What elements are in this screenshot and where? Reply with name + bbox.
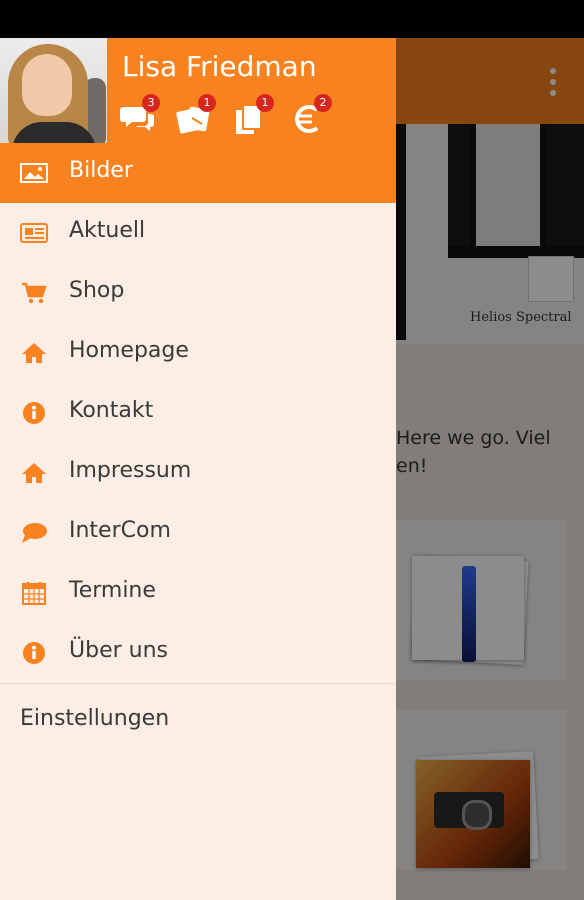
menu-item-label: Über uns <box>69 638 168 663</box>
menu-divider <box>0 683 396 684</box>
menu-item-ueber-uns[interactable]: Über uns <box>0 623 396 683</box>
info-icon <box>23 642 45 664</box>
menu-item-termine[interactable]: Termine <box>0 563 396 623</box>
menu-item-kontakt[interactable]: Kontakt <box>0 383 396 443</box>
payments-button[interactable]: 2 <box>292 94 332 134</box>
cart-icon <box>22 282 47 304</box>
menu-item-label: Termine <box>69 578 156 603</box>
documents-button[interactable]: 1 <box>234 94 274 134</box>
menu-item-bilder[interactable]: Bilder <box>0 143 396 203</box>
user-name: Lisa Friedman <box>122 50 317 83</box>
menu-item-impressum[interactable]: Impressum <box>0 443 396 503</box>
messages-button[interactable]: 3 <box>120 94 160 134</box>
newspaper-icon <box>20 223 48 243</box>
settings-item[interactable]: Einstellungen <box>20 706 169 731</box>
menu-item-label: Homepage <box>69 338 189 363</box>
home-icon <box>22 343 46 363</box>
menu-item-label: Impressum <box>69 458 192 483</box>
home-icon <box>22 463 46 483</box>
navigation-drawer: Lisa Friedman 3 1 1 2 Bilder Aktuell Sho… <box>0 38 396 900</box>
notification-badge: 1 <box>256 94 274 112</box>
menu-item-shop[interactable]: Shop <box>0 263 396 323</box>
menu-item-label: Kontakt <box>69 398 154 423</box>
menu-item-label: Aktuell <box>69 218 146 243</box>
drawer-header: Lisa Friedman 3 1 1 2 <box>0 38 396 143</box>
menu-item-label: Bilder <box>69 158 133 183</box>
menu-item-aktuell[interactable]: Aktuell <box>0 203 396 263</box>
chat-icon <box>22 523 47 543</box>
notification-badge: 1 <box>198 94 216 112</box>
menu-item-label: InterCom <box>69 518 171 543</box>
status-bar <box>0 0 584 38</box>
coupons-button[interactable]: 1 <box>176 94 216 134</box>
info-icon <box>23 402 45 424</box>
menu-item-homepage[interactable]: Homepage <box>0 323 396 383</box>
calendar-icon <box>22 582 46 605</box>
avatar[interactable] <box>0 38 107 143</box>
notification-badge: 2 <box>314 94 332 112</box>
menu-item-intercom[interactable]: InterCom <box>0 503 396 563</box>
menu-item-label: Shop <box>69 278 125 303</box>
notification-badge: 3 <box>142 94 160 112</box>
image-icon <box>20 163 48 183</box>
